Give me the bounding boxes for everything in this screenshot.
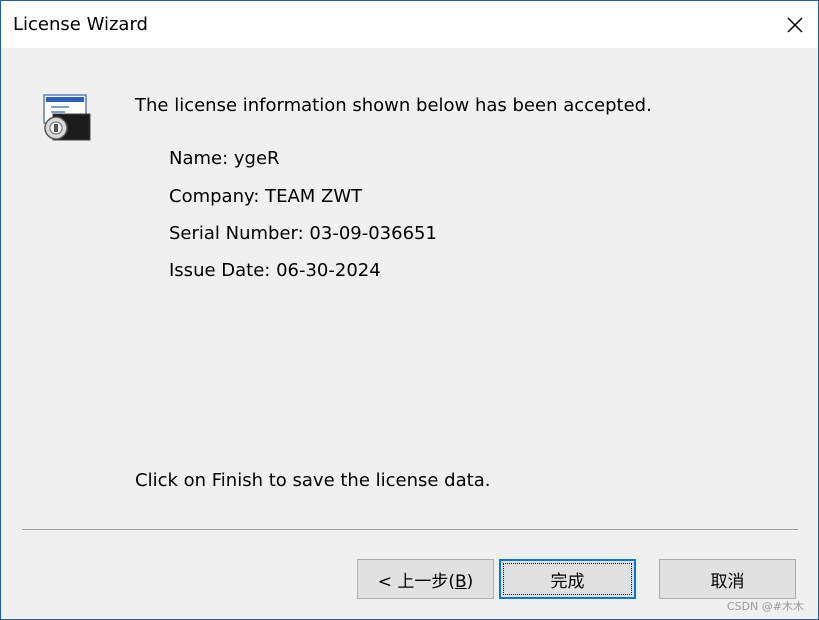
back-button[interactable]: < 上一步(B) [357,559,494,599]
license-name: Name: ygeR [169,148,280,169]
window-title: License Wizard [13,14,148,35]
license-serial-number: Serial Number: 03-09-036651 [169,223,437,244]
finish-button[interactable]: 完成 [499,559,636,599]
accepted-message: The license information shown below has … [135,95,652,116]
watermark: CSDN @#木木 [726,600,804,613]
finish-button-label: 完成 [550,571,585,592]
cancel-button-label: 取消 [710,571,745,592]
close-button[interactable] [772,1,818,48]
license-issue-date: Issue Date: 06-30-2024 [169,260,381,281]
close-icon [787,17,803,32]
divider [22,529,798,531]
cancel-button[interactable]: 取消 [659,559,796,599]
license-key-icon [43,94,91,142]
finish-instruction: Click on Finish to save the license data… [135,470,491,491]
title-bar: License Wizard [1,1,818,48]
license-company: Company: TEAM ZWT [169,186,363,207]
back-button-label: < 上一步(B) [377,571,474,592]
license-wizard-window: License Wizard The license information s… [0,0,819,620]
